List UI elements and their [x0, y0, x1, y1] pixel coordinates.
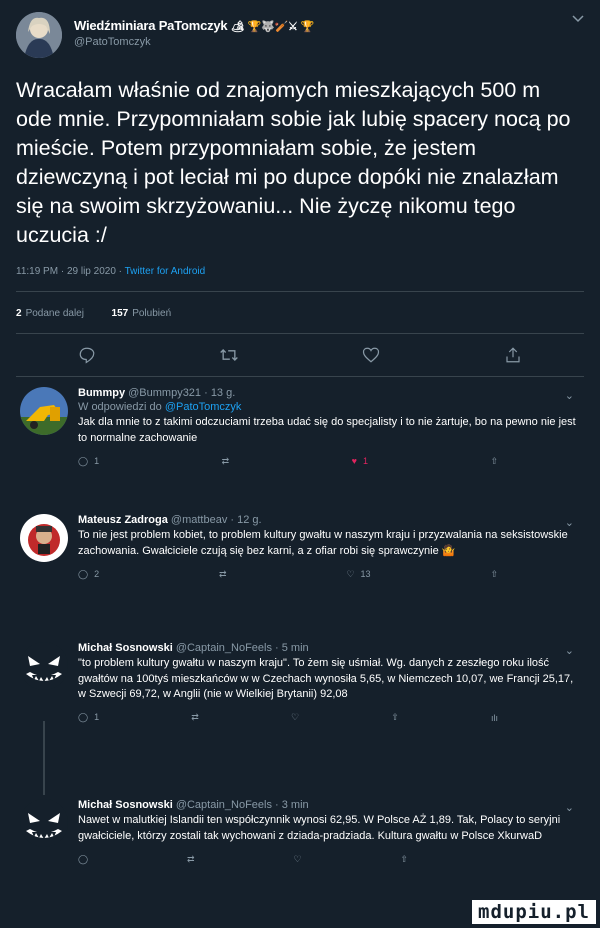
tweet-text: Wracałam właśnie od znajomych mieszkając…: [16, 78, 571, 247]
reply-author-name[interactable]: Michał Sosnowski: [78, 642, 173, 654]
tweet-timestamp[interactable]: 11:19 PM · 29 lip 2020 ·: [16, 266, 125, 277]
analytics-icon[interactable]: ılı: [491, 713, 498, 723]
retweet-icon[interactable]: ⇄: [222, 456, 230, 467]
avatar[interactable]: [20, 799, 68, 847]
reply-item[interactable]: ⌄ Michał Sosnowski @Captain_NoFeels · 5 …: [0, 632, 600, 789]
chevron-down-icon[interactable]: ⌄: [565, 516, 574, 529]
avatar[interactable]: [20, 642, 68, 690]
reply-text: Nawet w malutkiej Islandii ten współczyn…: [78, 814, 561, 842]
reply-text: To nie jest problem kobiet, to problem k…: [78, 529, 568, 557]
tweet-stats: 2 Podane dalej 157 Polubień: [16, 292, 584, 333]
replies-list: ⌄ Bummpy @Bummpy321 · 13 g. W odpowiedzi…: [0, 377, 600, 928]
share-icon[interactable]: [503, 345, 523, 365]
reply-icon[interactable]: ◯ 1: [78, 456, 99, 467]
reply-text: Jak dla mnie to z takimi odczuciami trze…: [78, 416, 576, 444]
reply-count: 1: [94, 455, 100, 466]
share-icon[interactable]: ⇧: [490, 456, 498, 467]
reply-item[interactable]: ⌄ Bummpy @Bummpy321 · 13 g. W odpowiedzi…: [0, 377, 600, 504]
share-icon[interactable]: ⇧: [391, 712, 399, 723]
retweets-count[interactable]: 2: [16, 308, 22, 319]
retweet-icon[interactable]: ⇄: [219, 569, 227, 580]
reply-actions: ◯ 2 ⇄ ♡ 13 ⇧: [78, 561, 498, 587]
reply-item[interactable]: ⌄ Mateusz Zadroga @mattbeav · 12 g. To n…: [0, 504, 600, 632]
in-reply-prefix: W odpowiedzi do: [78, 401, 165, 413]
retweet-icon[interactable]: [219, 345, 239, 365]
reply-author-name[interactable]: Bummpy: [78, 387, 125, 399]
in-reply-handle[interactable]: @PatoTomczyk: [165, 401, 242, 413]
avatar[interactable]: [20, 514, 68, 562]
avatar[interactable]: [20, 387, 68, 435]
in-reply-to: W odpowiedzi do @PatoTomczyk: [78, 401, 584, 413]
author-name[interactable]: Wiedźminiara PaTomczyk: [74, 18, 228, 33]
heart-icon[interactable]: ♥ 1: [352, 456, 368, 466]
heart-icon[interactable]: ♡ 13: [346, 569, 370, 580]
share-icon[interactable]: ⇧: [490, 569, 498, 580]
reply-actions: ◯ 1 ⇄ ♥ 1 ⇧: [78, 448, 498, 474]
heart-icon[interactable]: [361, 345, 381, 365]
heart-icon[interactable]: ♡: [291, 712, 299, 723]
reply-actions: ◯ 1 ⇄ ♡ ⇧ ılı: [78, 705, 498, 731]
reply-author-handle[interactable]: @mattbeav · 12 g.: [171, 514, 262, 526]
reply-count: 1: [94, 712, 100, 722]
likes-label[interactable]: Polubień: [132, 308, 171, 319]
retweets-label[interactable]: Podane dalej: [26, 308, 84, 319]
retweet-icon[interactable]: ⇄: [187, 854, 195, 865]
reply-author-handle[interactable]: @Captain_NoFeels · 5 min: [176, 642, 309, 654]
reply-author-name[interactable]: Mateusz Zadroga: [78, 514, 168, 526]
reply-author-handle[interactable]: @Captain_NoFeels · 3 min: [176, 799, 309, 811]
chevron-down-icon[interactable]: ⌄: [565, 389, 574, 402]
watermark-logo: mdupiu.pl: [472, 900, 596, 924]
avatar[interactable]: [16, 12, 62, 58]
author-handle[interactable]: @PatoTomczyk: [74, 36, 566, 48]
main-tweet: Wiedźminiara PaTomczyk 🏕 🏆🐺🏏⚔ 🏆 @PatoTom…: [0, 0, 600, 377]
reply-actions: ◯ ⇄ ♡ ⇧: [78, 846, 408, 872]
retweet-icon[interactable]: ⇄: [191, 712, 199, 723]
tweet-actions: [16, 334, 584, 376]
reply-icon[interactable]: ◯ 1: [78, 712, 99, 723]
likes-count[interactable]: 157: [112, 308, 129, 319]
chevron-down-icon[interactable]: ⌄: [565, 801, 574, 814]
reply-icon[interactable]: ◯: [78, 854, 88, 865]
chevron-down-icon[interactable]: ⌄: [565, 644, 574, 657]
reply-text: "to problem kultury gwałtu w naszym kraj…: [78, 657, 574, 700]
like-count: 1: [362, 456, 368, 466]
reply-icon[interactable]: [77, 345, 97, 365]
tweet-header: Wiedźminiara PaTomczyk 🏕 🏆🐺🏏⚔ 🏆 @PatoTom…: [16, 12, 584, 58]
reply-author-handle[interactable]: @Bummpy321 · 13 g.: [128, 387, 235, 399]
tweet-source-link[interactable]: Twitter for Android: [125, 266, 206, 277]
chevron-down-icon[interactable]: [566, 12, 584, 26]
reply-count: 2: [94, 568, 100, 579]
heart-icon[interactable]: ♡: [293, 854, 301, 865]
reply-icon[interactable]: ◯ 2: [78, 569, 99, 580]
share-icon[interactable]: ⇧: [400, 854, 408, 865]
like-count: 13: [360, 568, 371, 579]
author-name-emojis: 🏕 🏆🐺🏏⚔ 🏆: [230, 21, 315, 33]
tweet-meta: 11:19 PM · 29 lip 2020 · Twitter for And…: [16, 266, 584, 277]
reply-author-name[interactable]: Michał Sosnowski: [78, 799, 173, 811]
